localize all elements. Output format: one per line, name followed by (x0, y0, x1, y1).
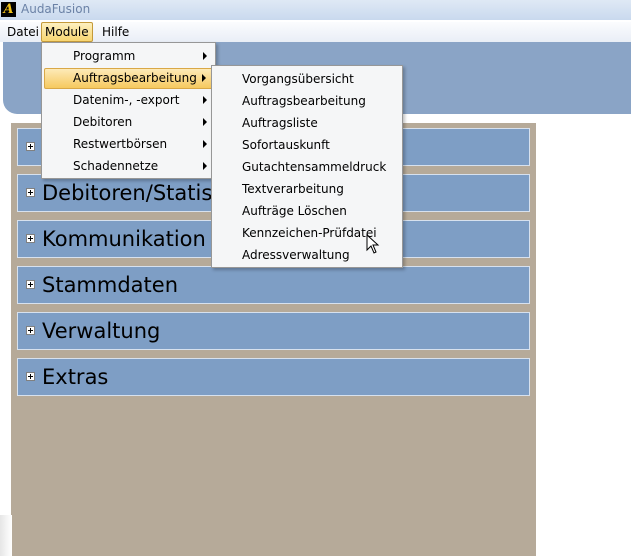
mouse-cursor-icon (366, 234, 380, 254)
panel-shadow (0, 515, 12, 556)
menu-hilfe[interactable]: Hilfe (99, 23, 132, 41)
menu-item-auftraege-loeschen[interactable]: Aufträge Löschen (214, 201, 400, 222)
expand-plus-icon[interactable] (26, 372, 35, 381)
submenu-arrow-icon (203, 162, 207, 170)
menu-item-label: Programm (73, 49, 136, 63)
menu-item-auftragsbearbeitung[interactable]: Auftragsbearbeitung (44, 68, 213, 89)
menu-item-restwertboersen[interactable]: Restwertbörsen (44, 134, 213, 155)
menu-item-label: Debitoren (73, 115, 133, 129)
menu-datei[interactable]: Datei (4, 23, 42, 41)
title-bar: A AudaFusion (0, 0, 631, 20)
app-logo-icon: A (1, 2, 16, 17)
menu-item-gutachtensammeldruck[interactable]: Gutachtensammeldruck (214, 157, 400, 178)
menu-item-auftragsliste[interactable]: Auftragsliste (214, 113, 400, 134)
menu-item-textverarbeitung[interactable]: Textverarbeitung (214, 179, 400, 200)
section-bar-stammdaten[interactable]: Stammdaten (17, 266, 530, 304)
expand-plus-icon[interactable] (26, 188, 35, 197)
expand-plus-icon[interactable] (26, 234, 35, 243)
submenu-arrow-icon (203, 52, 207, 60)
menu-item-sofortauskunft[interactable]: Sofortauskunft (214, 135, 400, 156)
submenu-arrow-icon (203, 118, 207, 126)
expand-plus-icon[interactable] (26, 142, 35, 151)
menu-item-label: Datenim-, -export (73, 93, 180, 107)
section-label: Verwaltung (42, 319, 161, 343)
menu-item-label: Schadennetze (73, 159, 159, 173)
section-label: Extras (42, 365, 109, 389)
expand-plus-icon[interactable] (26, 326, 35, 335)
section-label: Stammdaten (42, 273, 179, 297)
menu-module[interactable]: Module (41, 22, 93, 42)
menu-item-schadennetze[interactable]: Schadennetze (44, 156, 213, 177)
section-label: Kommunikation (42, 227, 206, 251)
module-dropdown-menu: Programm Auftragsbearbeitung Datenim-, -… (41, 42, 216, 179)
submenu-arrow-icon (202, 74, 206, 82)
menu-item-debitoren[interactable]: Debitoren (44, 112, 213, 133)
submenu-arrow-icon (203, 140, 207, 148)
menu-item-label: Restwertbörsen (73, 137, 168, 151)
section-bar-verwaltung[interactable]: Verwaltung (17, 312, 530, 350)
menu-item-label: Auftragsbearbeitung (73, 71, 197, 85)
menu-item-programm[interactable]: Programm (44, 46, 213, 67)
menu-item-datenimport-export[interactable]: Datenim-, -export (44, 90, 213, 111)
menu-bar: Datei Module Hilfe (0, 22, 631, 42)
submenu-arrow-icon (203, 96, 207, 104)
expand-plus-icon[interactable] (26, 280, 35, 289)
menu-item-vorgangsuebersicht[interactable]: Vorgangsübersicht (214, 69, 400, 90)
window-title: AudaFusion (21, 2, 91, 16)
menu-item-auftragsbearbeitung[interactable]: Auftragsbearbeitung (214, 91, 400, 112)
section-label: Debitoren/Statist (42, 181, 221, 205)
section-bar-extras[interactable]: Extras (17, 358, 530, 396)
